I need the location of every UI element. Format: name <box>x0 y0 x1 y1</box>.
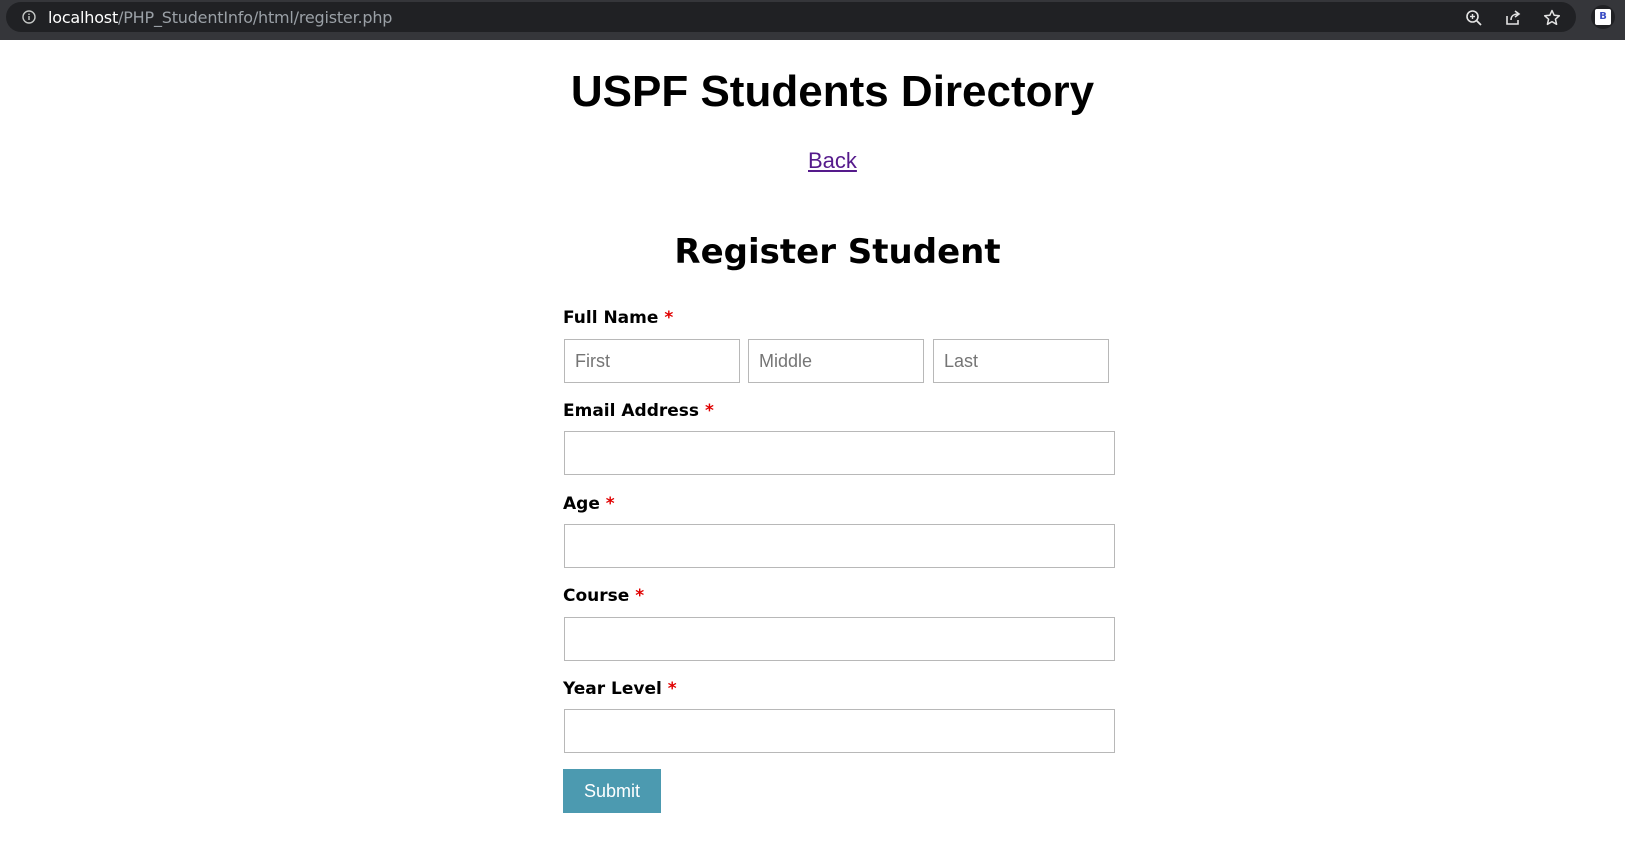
share-icon[interactable] <box>1503 8 1523 28</box>
age-label-text: Age <box>563 494 600 514</box>
address-bar[interactable]: localhost/PHP_StudentInfo/html/register.… <box>6 2 1576 32</box>
back-link[interactable]: Back <box>808 148 857 174</box>
page-title: USPF Students Directory <box>570 67 1095 116</box>
required-marker: * <box>667 679 677 699</box>
required-marker: * <box>664 308 674 328</box>
profile-avatar: B <box>1595 9 1611 25</box>
required-marker: * <box>635 586 645 606</box>
zoom-icon[interactable] <box>1464 8 1484 28</box>
browser-toolbar: localhost/PHP_StudentInfo/html/register.… <box>0 0 1625 40</box>
course-field[interactable] <box>564 617 1115 661</box>
url-text[interactable]: localhost/PHP_StudentInfo/html/register.… <box>48 9 392 27</box>
course-label: Course * <box>563 585 644 607</box>
full-name-label-text: Full Name <box>563 308 659 328</box>
year-level-label: Year Level * <box>563 678 677 700</box>
full-name-label: Full Name * <box>563 307 673 329</box>
age-field[interactable] <box>564 524 1115 568</box>
url-host: localhost <box>48 8 119 27</box>
first-name-input[interactable] <box>564 339 740 383</box>
star-icon[interactable] <box>1542 8 1562 28</box>
last-name-input[interactable] <box>933 339 1109 383</box>
age-label: Age * <box>563 493 615 515</box>
url-path: /PHP_StudentInfo/html/register.php <box>118 8 393 27</box>
email-field[interactable] <box>564 431 1115 475</box>
profile-button[interactable]: B <box>1591 5 1615 29</box>
form-title: Register Student <box>674 232 1001 272</box>
middle-name-input[interactable] <box>748 339 924 383</box>
submit-button[interactable]: Submit <box>563 769 661 813</box>
info-icon[interactable] <box>22 10 36 24</box>
email-label-text: Email Address <box>563 401 700 421</box>
year-level-field[interactable] <box>564 709 1115 753</box>
email-label: Email Address * <box>563 400 714 422</box>
required-marker: * <box>704 401 714 421</box>
year-level-label-text: Year Level <box>563 679 662 699</box>
required-marker: * <box>605 494 615 514</box>
course-label-text: Course <box>563 586 630 606</box>
